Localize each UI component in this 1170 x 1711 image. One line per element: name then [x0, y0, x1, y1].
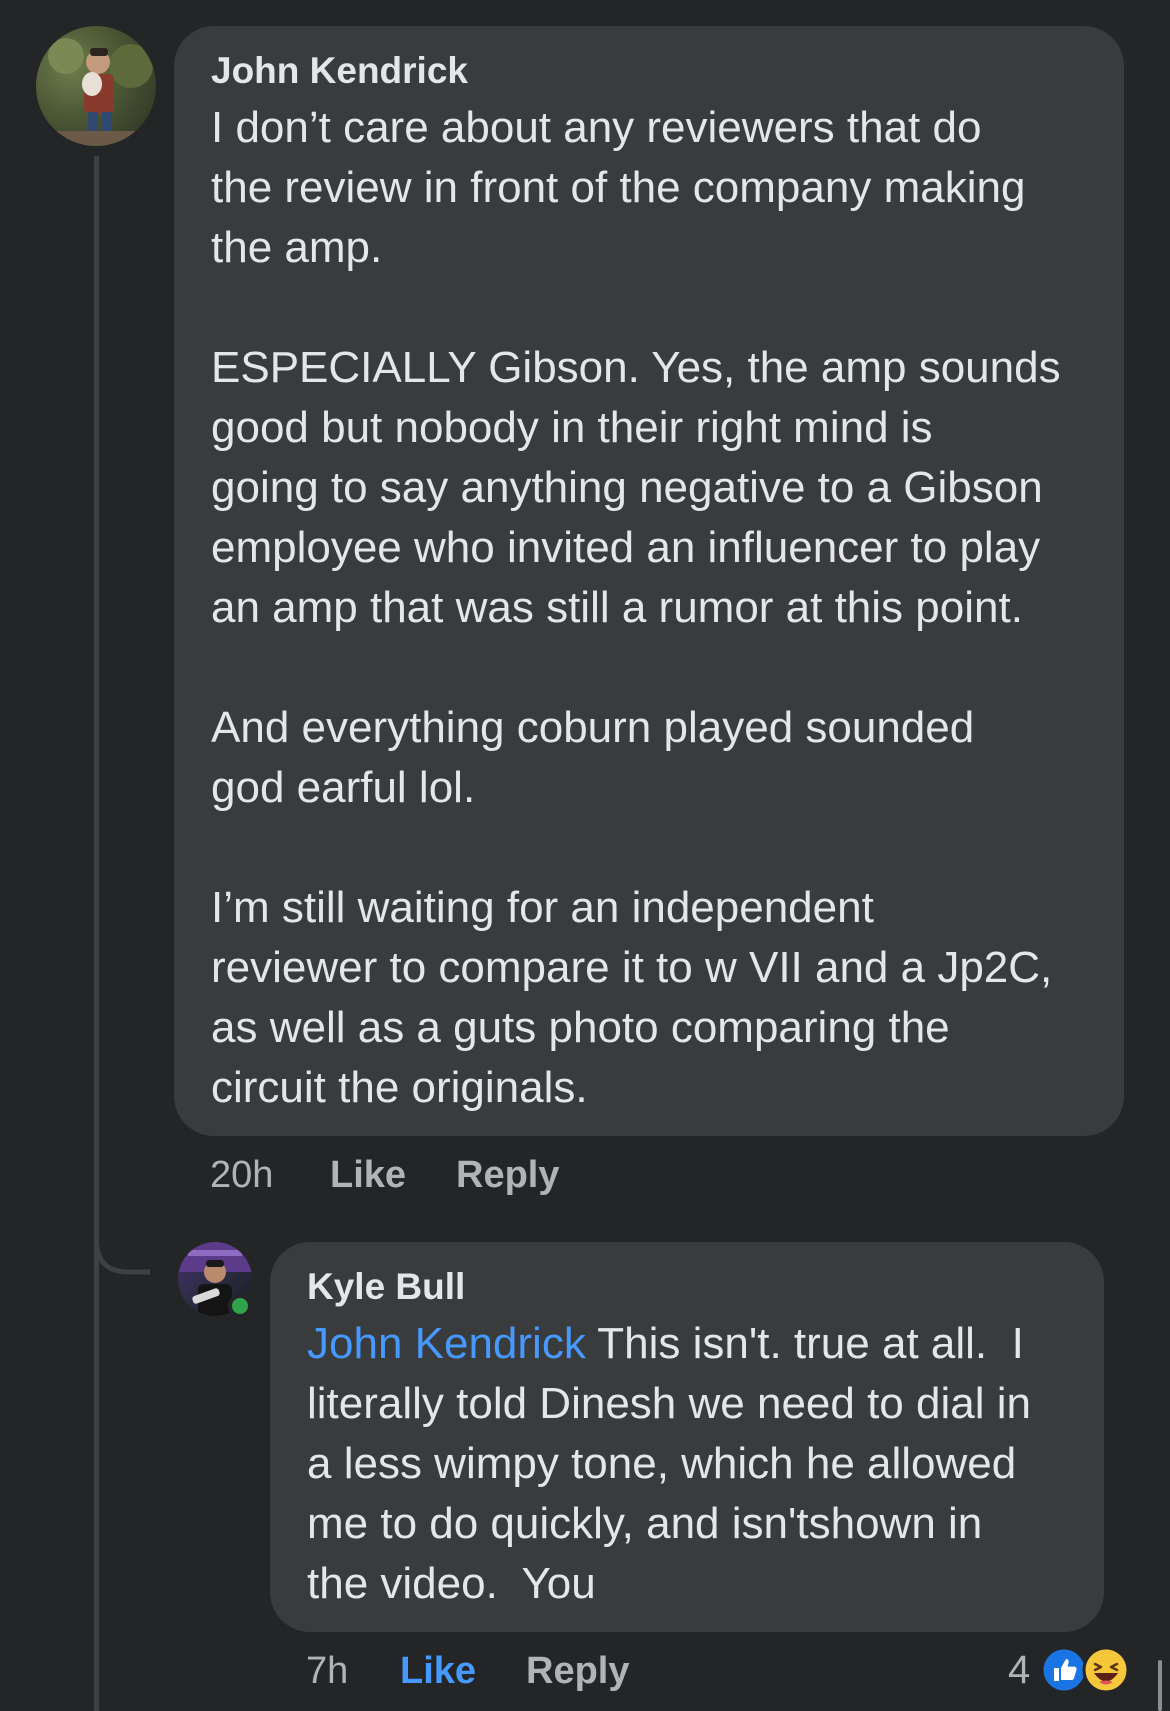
reply-author[interactable]: Kyle Bull — [307, 1266, 465, 1308]
thread-connector — [94, 1220, 150, 1275]
thread-line — [94, 156, 99, 1711]
comment-text: I don’t care about any reviewers that do… — [211, 103, 1061, 1112]
like-icon — [1040, 1646, 1088, 1694]
comment-bubble: John Kendrick I don’t care about any rev… — [174, 26, 1124, 1136]
comment-reply-button[interactable]: Reply — [456, 1154, 559, 1197]
reply-like-button[interactable]: Like — [400, 1650, 476, 1693]
avatar-john-kendrick[interactable] — [36, 26, 156, 146]
comment-timestamp[interactable]: 20h — [210, 1154, 273, 1197]
reply-bubble: Kyle Bull John Kendrick This isn't. true… — [270, 1242, 1104, 1632]
scrollbar[interactable] — [1158, 1660, 1162, 1711]
reaction-summary[interactable]: 4 — [1008, 1642, 1130, 1698]
reply-timestamp[interactable]: 7h — [306, 1650, 348, 1693]
mention-link[interactable]: John Kendrick — [307, 1319, 586, 1368]
reaction-count: 4 — [1008, 1647, 1031, 1692]
reply-reply-button[interactable]: Reply — [526, 1650, 629, 1693]
haha-icon — [1082, 1646, 1130, 1694]
reply-text: John Kendrick This isn't. true at all. I… — [307, 1314, 1087, 1614]
person-photo-icon — [36, 38, 156, 146]
comment-like-button[interactable]: Like — [330, 1154, 406, 1197]
online-status-indicator — [228, 1294, 252, 1318]
comment-author[interactable]: John Kendrick — [211, 50, 468, 92]
